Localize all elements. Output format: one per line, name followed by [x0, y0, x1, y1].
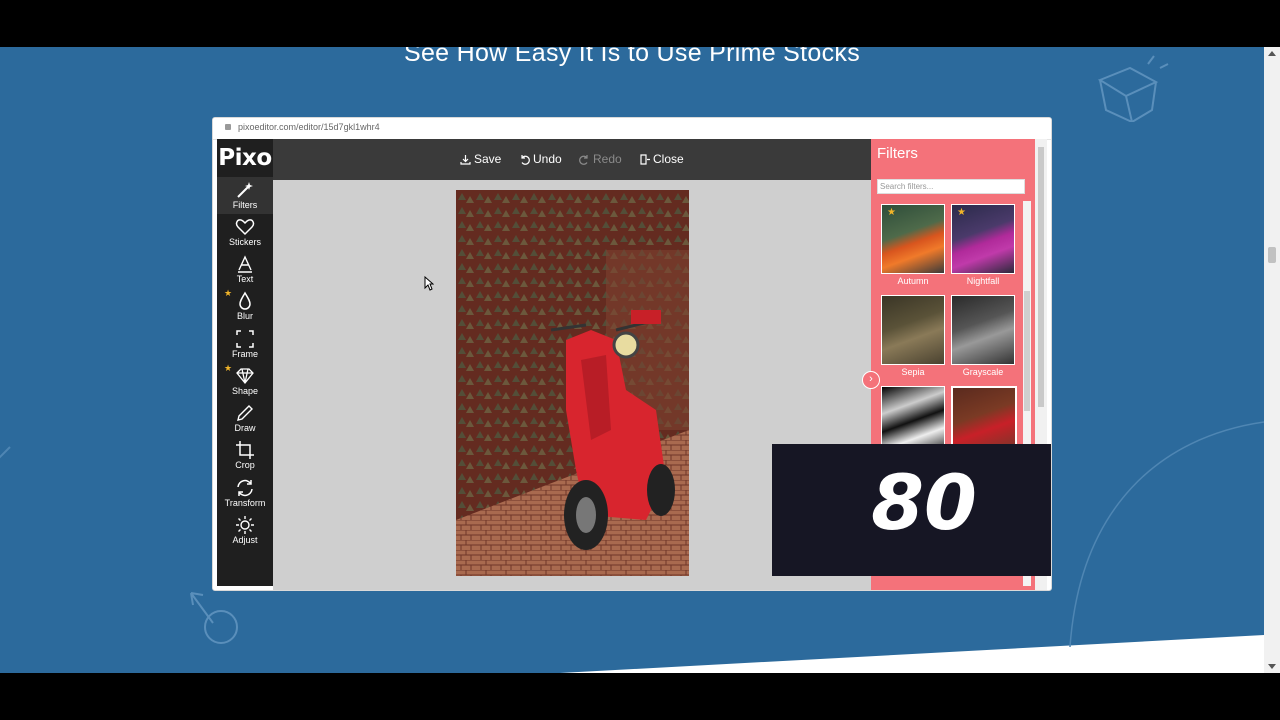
sun-icon — [236, 516, 254, 534]
frame-icon — [236, 330, 254, 348]
tool-label: Stickers — [228, 237, 261, 247]
scrollbar-thumb[interactable] — [1268, 247, 1276, 263]
page-headline: See How Easy It Is to Use Prime Stocks — [404, 47, 860, 67]
save-label: Save — [474, 152, 502, 166]
close-label: Close — [653, 152, 684, 166]
tool-shape[interactable]: ★ Shape — [217, 363, 273, 400]
tool-label: Shape — [231, 386, 259, 396]
filter-name: Grayscale — [962, 367, 1004, 377]
redo-button[interactable]: Redo — [579, 152, 622, 166]
crop-icon — [236, 441, 254, 459]
undo-button[interactable]: Undo — [519, 152, 562, 166]
heart-icon — [235, 219, 255, 236]
star-icon: ★ — [887, 207, 896, 218]
tool-sidebar: Pixo Filters Stickers Text ★ Blur Frame … — [217, 139, 273, 586]
filter-name: Sepia — [901, 367, 925, 377]
filter-search-input[interactable]: Search filters... — [877, 179, 1025, 194]
filter-name: Nightfall — [966, 276, 1000, 286]
filter-thumbnail — [881, 295, 945, 365]
redo-icon — [579, 155, 588, 165]
drop-icon — [239, 291, 251, 310]
filter-autumn[interactable]: ★ Autumn — [881, 204, 945, 286]
rotate-icon — [237, 479, 253, 497]
tool-label: Adjust — [232, 535, 258, 545]
tool-draw[interactable]: Draw — [217, 400, 273, 437]
scroll-down-icon[interactable] — [1268, 664, 1276, 669]
tool-adjust[interactable]: Adjust — [217, 512, 273, 549]
pixo-logo: Pixo — [218, 145, 272, 171]
tool-stickers[interactable]: Stickers — [217, 214, 273, 251]
counter-number: 80 — [871, 458, 977, 547]
scroll-up-icon[interactable] — [1268, 51, 1276, 56]
lock-icon — [225, 124, 231, 130]
collapse-panel-button[interactable]: › — [862, 371, 880, 389]
mouse-cursor-icon — [424, 276, 434, 291]
filters-title: Filters — [877, 145, 918, 162]
pencil-icon — [237, 405, 253, 421]
landing-page: See How Easy It Is to Use Prime Stocks p… — [0, 47, 1264, 673]
address-bar[interactable]: pixoeditor.com/editor/15d7gkl1whr4 — [213, 118, 1051, 140]
tool-filters[interactable]: Filters — [217, 177, 273, 214]
filter-thumbnail — [951, 295, 1015, 365]
page-scrollbar[interactable] — [1264, 47, 1280, 673]
scrollbar-thumb[interactable] — [1024, 291, 1030, 411]
tool-blur[interactable]: ★ Blur — [217, 288, 273, 325]
tool-label: Text — [236, 274, 254, 284]
text-icon — [238, 255, 252, 273]
pointer-ring-icon — [190, 592, 238, 644]
tool-label: Draw — [234, 423, 256, 433]
tool-text[interactable]: Text — [217, 251, 273, 288]
editor-toolbar: Save Undo Redo Close — [273, 139, 871, 180]
letterbox-top — [0, 0, 1280, 47]
filter-nightfall[interactable]: ★ Nightfall — [951, 204, 1015, 286]
counter-overlay: 80 — [772, 444, 1051, 576]
undo-icon — [521, 155, 530, 165]
redo-label: Redo — [593, 152, 622, 166]
exit-door-icon — [640, 154, 650, 165]
tool-crop[interactable]: Crop — [217, 437, 273, 474]
scooter-photo[interactable] — [456, 190, 689, 576]
filter-sepia[interactable]: Sepia — [881, 295, 945, 377]
undo-label: Undo — [533, 152, 562, 166]
magic-wand-icon — [237, 182, 253, 198]
close-button[interactable]: Close — [639, 152, 684, 166]
filter-name: Autumn — [897, 276, 929, 286]
scrollbar-thumb[interactable] — [1038, 147, 1044, 407]
chevron-right-icon: › — [869, 373, 873, 385]
tool-label: Crop — [235, 460, 255, 470]
tool-frame[interactable]: Frame — [217, 326, 273, 363]
tool-transform[interactable]: Transform — [217, 475, 273, 512]
tool-label: Transform — [224, 498, 266, 508]
filter-grayscale[interactable]: Grayscale — [951, 295, 1015, 377]
tool-label: Filters — [232, 200, 258, 210]
save-button[interactable]: Save — [460, 152, 501, 166]
tool-label: Blur — [236, 311, 253, 321]
letterbox-bottom — [0, 673, 1280, 720]
star-icon: ★ — [957, 207, 966, 218]
url-text: pixoeditor.com/editor/15d7gkl1whr4 — [238, 122, 380, 132]
tool-label: Frame — [231, 349, 258, 359]
star-icon: ★ — [224, 288, 233, 298]
download-icon — [460, 155, 471, 165]
star-icon: ★ — [224, 363, 233, 373]
diamond-icon — [236, 368, 254, 385]
